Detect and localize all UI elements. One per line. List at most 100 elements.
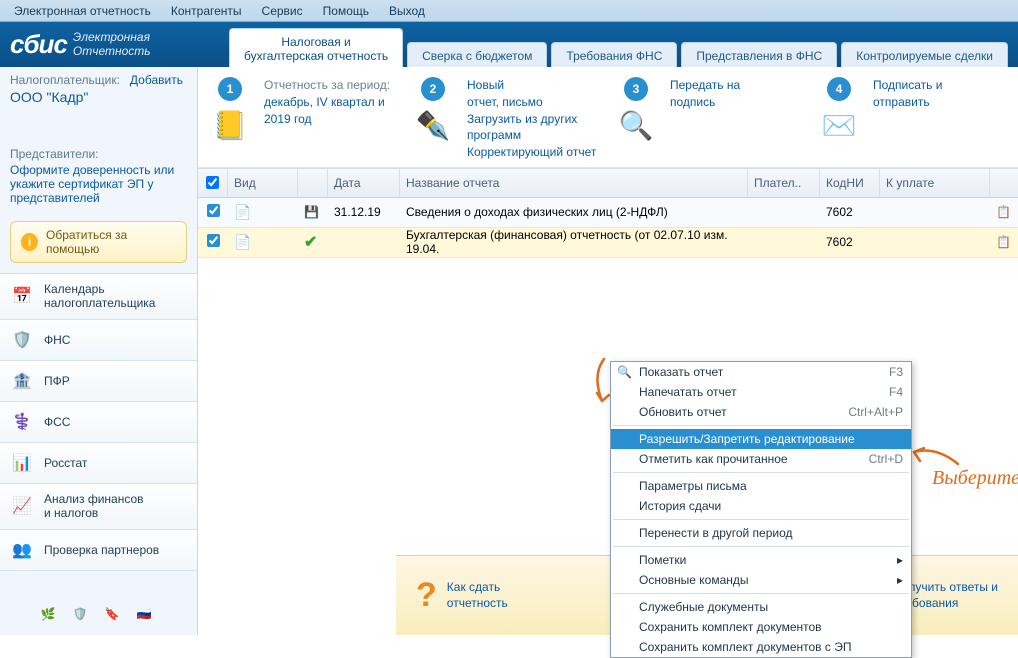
- row-action-icon[interactable]: 📋: [996, 235, 1011, 249]
- context-menu-item[interactable]: Параметры письма: [611, 476, 911, 496]
- reps-link[interactable]: Оформите доверенность или укажите сертиф…: [10, 163, 174, 205]
- grid-header: Вид Дата Название отчета Плател.. КодНИ …: [198, 168, 1018, 198]
- step-image-icon: 🔍: [612, 105, 660, 145]
- step-link[interactable]: Передать на: [670, 78, 740, 92]
- main-menu: Электронная отчетность Контрагенты Серви…: [0, 0, 1018, 22]
- nav-item[interactable]: 📈Анализ финансов и налогов: [0, 484, 197, 530]
- menu-item[interactable]: Электронная отчетность: [6, 2, 159, 20]
- context-menu-item[interactable]: Пометки▸: [611, 550, 911, 570]
- cell-name: Бухгалтерская (финансовая) отчетность (о…: [400, 228, 748, 256]
- nav-icon: 🏦: [10, 369, 34, 393]
- context-menu-item[interactable]: Отметить как прочитанноеCtrl+D: [611, 449, 911, 469]
- doc-icon: 📄: [234, 234, 251, 250]
- context-menu-item[interactable]: Разрешить/Запретить редактирование: [611, 429, 911, 449]
- context-menu-item[interactable]: 🔍Показать отчетF3: [611, 362, 911, 382]
- nav-icon: ⚕️: [10, 410, 34, 434]
- question-icon: ?: [416, 576, 437, 615]
- step-number: 1: [218, 77, 242, 101]
- tab[interactable]: Представления в ФНС: [681, 42, 837, 67]
- nav-item[interactable]: 🏦ПФР: [0, 361, 197, 402]
- row-checkbox[interactable]: [207, 234, 220, 247]
- nav-icon: 📈: [10, 494, 34, 518]
- step: 2✒️Новый отчет, письмоЗагрузить из други…: [409, 77, 604, 161]
- nav-item[interactable]: ⚕️ФСС: [0, 402, 197, 443]
- table-row[interactable]: 📄 💾 31.12.19Сведения о доходах физических …: [198, 198, 1018, 228]
- row-checkbox[interactable]: [207, 204, 220, 217]
- context-menu-item[interactable]: Основные команды▸: [611, 570, 911, 590]
- context-menu-item[interactable]: Напечатать отчетF4: [611, 382, 911, 402]
- context-menu-item[interactable]: История сдачи: [611, 496, 911, 516]
- nav: 📅Календарь налогоплательщика🛡️ФНС🏦ПФР⚕️Ф…: [0, 273, 197, 571]
- main-tabs: Налоговая и бухгалтерская отчетностьСвер…: [229, 22, 1008, 67]
- col-name[interactable]: Название отчета: [400, 169, 748, 197]
- menu-item-icon: 🔍: [617, 365, 632, 379]
- col-date[interactable]: Дата: [328, 169, 400, 197]
- doc-icon: 📄: [234, 204, 251, 220]
- cell-date: 31.12.19: [328, 205, 400, 219]
- logo-seal-icon: 🔖: [105, 607, 125, 627]
- context-menu: 🔍Показать отчетF3Напечатать отчетF4Обнов…: [610, 361, 912, 658]
- cell-name: Сведения о доходах физических лиц (2-НДФ…: [400, 205, 748, 219]
- logo-badge-icon: 🌿: [41, 607, 61, 627]
- main-area: 1📒Отчетность за период:декабрь, IV кварт…: [198, 67, 1018, 635]
- cell-code: 7602: [820, 235, 880, 249]
- submenu-arrow-icon: ▸: [897, 553, 903, 567]
- col-kind[interactable]: Вид: [228, 169, 298, 197]
- step-link[interactable]: отправить: [873, 95, 930, 109]
- submenu-arrow-icon: ▸: [897, 573, 903, 587]
- step-link[interactable]: Корректирующий отчет: [467, 145, 596, 159]
- disk-icon: 💾: [304, 205, 319, 219]
- step-link[interactable]: декабрь, IV квартал и: [264, 95, 385, 109]
- help-button[interactable]: i Обратиться за помощью: [10, 221, 187, 263]
- logo-subtitle: ЭлектроннаяОтчетность: [73, 31, 151, 57]
- step-link[interactable]: Подписать и: [873, 78, 942, 92]
- step-link[interactable]: подпись: [670, 95, 715, 109]
- status-check-icon: ✔: [304, 234, 317, 251]
- tab[interactable]: Налоговая и бухгалтерская отчетность: [229, 28, 403, 67]
- nav-item[interactable]: 📊Росстат: [0, 443, 197, 484]
- row-action-icon[interactable]: 📋: [996, 205, 1011, 219]
- nav-item[interactable]: 📅Календарь налогоплательщика: [0, 274, 197, 320]
- tab[interactable]: Сверка с бюджетом: [407, 42, 547, 67]
- step: 4✉️Подписать иотправить: [815, 77, 1010, 161]
- menu-item[interactable]: Выход: [381, 2, 433, 20]
- context-menu-item[interactable]: Обновить отчетCtrl+Alt+P: [611, 402, 911, 422]
- how-to-link[interactable]: Как сдать отчетность: [447, 580, 508, 611]
- select-all-checkbox[interactable]: [206, 176, 219, 189]
- step-link[interactable]: Загрузить из других программ: [467, 112, 577, 143]
- menu-item[interactable]: Помощь: [315, 2, 377, 20]
- company-name[interactable]: ООО "Кадр": [10, 89, 187, 105]
- step: 1📒Отчетность за период:декабрь, IV кварт…: [206, 77, 401, 161]
- logo-fst-icon: 🇷🇺: [137, 607, 157, 627]
- nav-item[interactable]: 👥Проверка партнеров: [0, 530, 197, 571]
- tab[interactable]: Требования ФНС: [551, 42, 677, 67]
- nav-item[interactable]: 🛡️ФНС: [0, 320, 197, 361]
- tab[interactable]: Контролируемые сделки: [841, 42, 1008, 67]
- cell-code: 7602: [820, 205, 880, 219]
- nav-icon: 📊: [10, 451, 34, 475]
- logo-shield-icon: 🛡️: [73, 607, 93, 627]
- help-icon: i: [21, 233, 38, 251]
- step-number: 2: [421, 77, 445, 101]
- context-menu-item[interactable]: Перенести в другой период: [611, 523, 911, 543]
- bottom-logos: 🌿 🛡️ 🔖 🇷🇺: [0, 599, 197, 635]
- steps-bar: 1📒Отчетность за период:декабрь, IV кварт…: [198, 67, 1018, 168]
- step: 3 🔍 Передать на подпись: [612, 77, 807, 161]
- payer-label: Налогоплательщик: Добавить: [10, 73, 187, 87]
- step-number: 4: [827, 77, 851, 101]
- menu-item[interactable]: Контрагенты: [163, 2, 250, 20]
- step-link[interactable]: Новый отчет, письмо: [467, 78, 543, 109]
- col-payer[interactable]: Плател..: [748, 169, 820, 197]
- nav-icon: 📅: [10, 284, 34, 308]
- menu-item[interactable]: Сервис: [254, 2, 311, 20]
- step-number: 3: [624, 77, 648, 101]
- add-payer-link[interactable]: Добавить: [130, 73, 183, 87]
- col-pay[interactable]: К уплате: [880, 169, 990, 197]
- context-menu-item[interactable]: Служебные документы: [611, 597, 911, 617]
- col-code[interactable]: КодНИ: [820, 169, 880, 197]
- context-menu-item[interactable]: Сохранить комплект документов: [611, 617, 911, 637]
- step-link[interactable]: 2019 год: [264, 112, 312, 126]
- table-row[interactable]: 📄 ✔ Бухгалтерская (финансовая) отчетность …: [198, 228, 1018, 258]
- context-menu-item[interactable]: Сохранить комплект документов с ЭП: [611, 637, 911, 657]
- sidebar: Налогоплательщик: Добавить ООО "Кадр" Пр…: [0, 67, 198, 635]
